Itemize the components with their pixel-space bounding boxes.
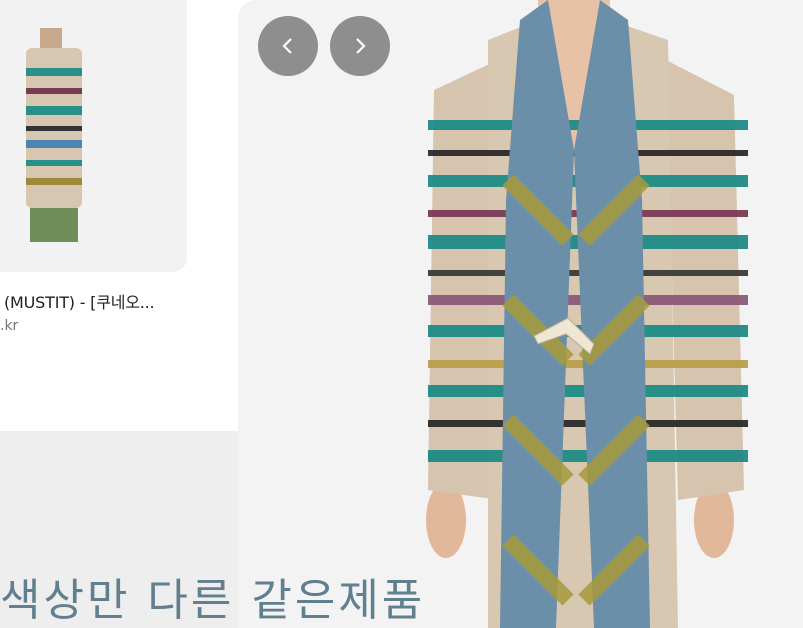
previous-button[interactable] [258,16,318,76]
chevron-left-icon [282,38,292,54]
overlay-caption: 색상만 다른 같은제품 [0,575,426,626]
product-image[interactable] [238,0,803,628]
chevron-right-icon [356,38,366,54]
result-title[interactable]: (MUSTIT) - [쿠네오... [4,289,155,313]
result-domain: .kr [0,318,19,334]
next-button[interactable] [330,16,390,76]
thumbnail-image [26,28,82,242]
cardigan-illustration [426,0,748,628]
thumbnail-card[interactable] [0,0,187,272]
